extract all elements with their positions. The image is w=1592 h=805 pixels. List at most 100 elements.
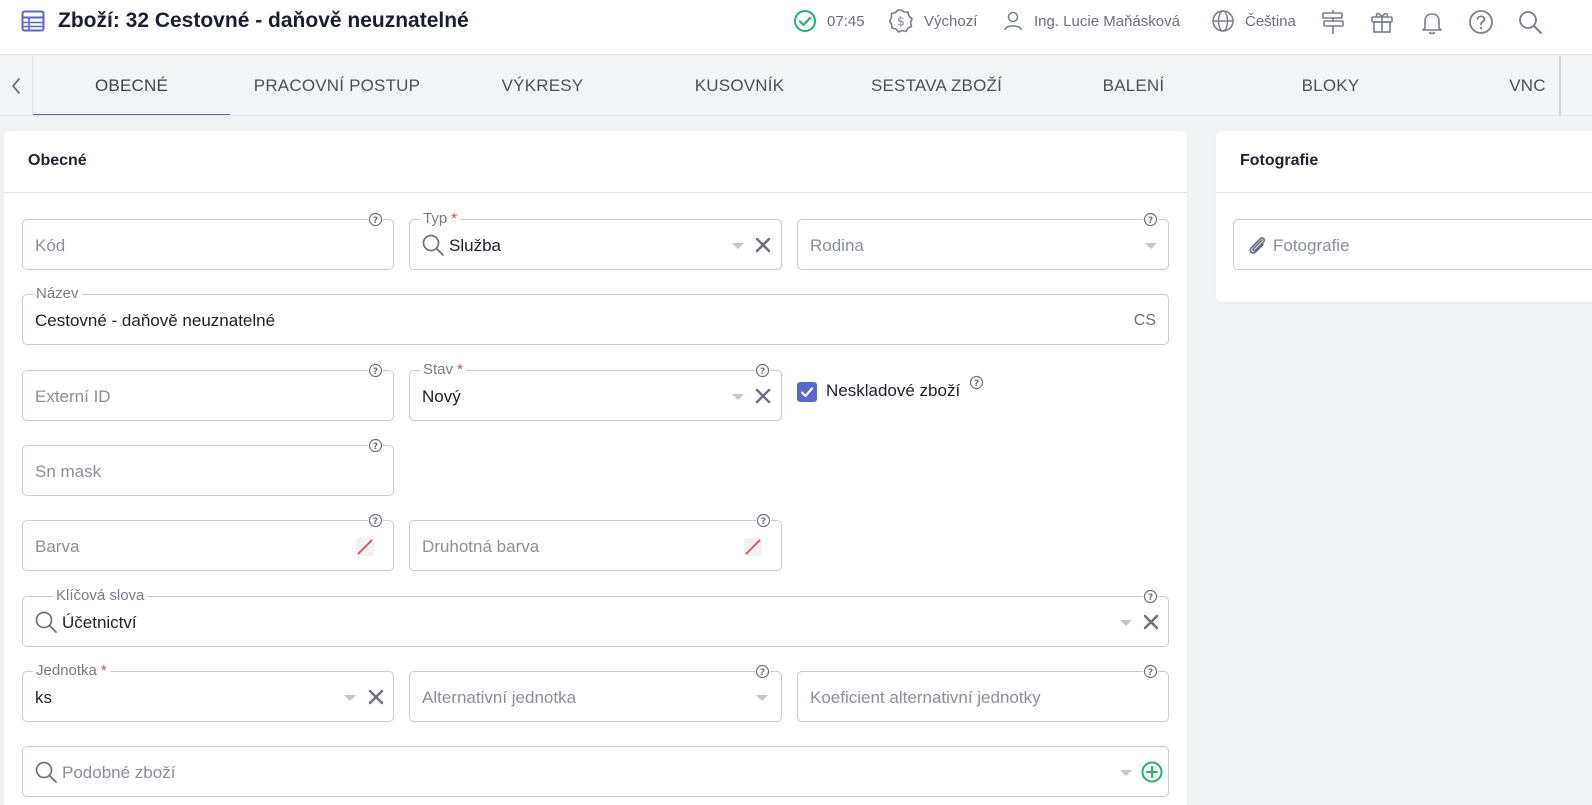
- tab-kusovnik[interactable]: KUSOVNÍK: [641, 56, 838, 115]
- neskladove-checkbox[interactable]: [797, 382, 817, 402]
- svg-text:?: ?: [373, 216, 378, 226]
- required-mark: *: [457, 361, 463, 378]
- typ-label: Typ: [423, 210, 448, 227]
- help-icon[interactable]: ?: [969, 375, 984, 390]
- help-icon[interactable]: ?: [368, 212, 383, 227]
- chevron-down-icon[interactable]: [1120, 770, 1132, 776]
- alt-jednotka-placeholder: Alternativní jednotka: [422, 688, 577, 707]
- chevron-down-icon[interactable]: [1120, 620, 1132, 626]
- bell-icon[interactable]: [1419, 9, 1445, 35]
- help-icon[interactable]: ?: [1143, 212, 1158, 227]
- tab-pracovni-postup[interactable]: PRACOVNÍ POSTUP: [230, 56, 444, 115]
- general-section-title: Obecné: [28, 152, 87, 169]
- chevron-down-icon[interactable]: [732, 394, 744, 400]
- barva-field[interactable]: Barva ?: [22, 513, 394, 571]
- user-menu[interactable]: Ing. Lucie Maňásková: [1002, 9, 1180, 33]
- stav-value: Nový: [422, 387, 461, 406]
- chevron-down-icon[interactable]: [732, 243, 744, 249]
- language-switch[interactable]: Čeština: [1211, 9, 1296, 33]
- help-icon[interactable]: ?: [755, 664, 770, 679]
- svg-text:?: ?: [1148, 668, 1153, 678]
- tab-bar: OBECNÉ PRACOVNÍ POSTUP VÝKRESY KUSOVNÍK …: [0, 56, 1592, 116]
- tab-bloky[interactable]: BLOKY: [1232, 56, 1429, 115]
- chevron-down-icon[interactable]: [344, 695, 356, 701]
- rodina-field[interactable]: Rodina ?: [797, 212, 1169, 270]
- close-icon[interactable]: [367, 688, 385, 706]
- alt-jednotka-field[interactable]: Alternativní jednotka ?: [409, 664, 782, 722]
- user-icon: [1004, 11, 1022, 31]
- gift-icon[interactable]: [1369, 9, 1395, 35]
- required-mark: *: [451, 210, 458, 227]
- close-icon[interactable]: [754, 387, 772, 405]
- photos-card: Fotografie: [1216, 131, 1592, 302]
- barva-placeholder: Barva: [35, 537, 80, 556]
- podobne-zbozi-field[interactable]: Podobné zboží: [22, 746, 1169, 797]
- add-circle-icon[interactable]: [1141, 761, 1163, 783]
- sn-mask-field[interactable]: Sn mask ?: [22, 438, 394, 496]
- svg-text:?: ?: [1148, 216, 1153, 226]
- tab-sestava-zbozi[interactable]: SESTAVA ZBOŽÍ: [838, 56, 1035, 115]
- photos-placeholder: Fotografie: [1273, 236, 1350, 255]
- help-icon[interactable]: ?: [1143, 589, 1158, 604]
- svg-text:?: ?: [1148, 593, 1153, 603]
- search-icon: [35, 761, 57, 783]
- language-code[interactable]: CS: [1134, 312, 1156, 330]
- required-mark: *: [100, 662, 107, 679]
- typ-field[interactable]: Typ * Služba: [409, 210, 782, 270]
- currency-profile-label: Výchozí: [924, 12, 978, 30]
- table-icon: [21, 10, 45, 32]
- currency-profile[interactable]: $ Výchozí: [888, 9, 977, 33]
- dollar-badge-icon: $: [888, 9, 913, 33]
- jednotka-field[interactable]: Jednotka * ks: [22, 662, 394, 722]
- externi-id-placeholder: Externí ID: [35, 387, 111, 406]
- help-icon[interactable]: ?: [368, 363, 383, 378]
- language-label: Čeština: [1245, 12, 1296, 30]
- check-icon: [800, 387, 814, 398]
- tab-obecne[interactable]: OBECNÉ: [33, 56, 230, 115]
- klicova-slova-field[interactable]: Klíčová slova Účetnictví ?: [22, 587, 1169, 647]
- svg-text:?: ?: [761, 517, 766, 527]
- jednotka-value: ks: [35, 688, 52, 707]
- druhotna-barva-placeholder: Druhotná barva: [422, 537, 540, 556]
- koeficient-field[interactable]: Koeficient alternativní jednotky ?: [797, 664, 1169, 722]
- color-swatch-empty-icon[interactable]: [355, 537, 375, 557]
- svg-text:?: ?: [373, 517, 378, 527]
- search-icon[interactable]: [1517, 9, 1543, 35]
- photos-field[interactable]: Fotografie: [1233, 219, 1592, 270]
- svg-text:?: ?: [760, 668, 765, 678]
- stav-field[interactable]: Stav * Nový ?: [409, 361, 782, 421]
- externi-id-field[interactable]: Externí ID ?: [22, 363, 394, 421]
- druhotna-barva-field[interactable]: Druhotná barva ?: [409, 513, 782, 571]
- svg-text:?: ?: [373, 442, 378, 452]
- close-icon[interactable]: [1142, 613, 1160, 631]
- user-name: Ing. Lucie Maňásková: [1034, 12, 1180, 30]
- chevron-down-icon[interactable]: [1145, 243, 1157, 249]
- kod-field[interactable]: Kód ?: [22, 212, 394, 270]
- photos-section-title: Fotografie: [1240, 152, 1319, 169]
- search-icon: [422, 234, 444, 256]
- status-clock[interactable]: 07:45: [793, 9, 865, 33]
- help-icon[interactable]: ?: [368, 513, 383, 528]
- tab-vnc[interactable]: VNC: [1429, 56, 1592, 115]
- tab-vykresy[interactable]: VÝKRESY: [444, 56, 641, 115]
- general-card-header: Obecné: [4, 131, 1187, 193]
- top-bar: Zboží: 32 Cestovné - daňově neuznatelné …: [0, 0, 1592, 55]
- color-swatch-empty-icon[interactable]: [743, 537, 763, 557]
- tabs-scroll-left-button[interactable]: [0, 56, 33, 115]
- page-title: Zboží: 32 Cestovné - daňově neuznatelné: [58, 9, 469, 32]
- help-icon[interactable]: ?: [755, 363, 770, 378]
- nazev-field[interactable]: Název Cestovné - daňově neuznatelné CS: [22, 285, 1169, 345]
- photos-card-header: Fotografie: [1216, 131, 1592, 193]
- tab-baleni[interactable]: BALENÍ: [1035, 56, 1232, 115]
- chevron-down-icon[interactable]: [756, 695, 768, 701]
- help-icon[interactable]: ?: [1143, 664, 1158, 679]
- svg-text:?: ?: [974, 379, 979, 389]
- signpost-icon[interactable]: [1320, 9, 1346, 35]
- help-icon[interactable]: ?: [368, 438, 383, 453]
- close-icon[interactable]: [754, 236, 772, 254]
- help-circle-icon[interactable]: [1468, 9, 1494, 35]
- help-icon[interactable]: ?: [756, 513, 771, 528]
- paperclip-icon: [1249, 237, 1266, 254]
- neskladove-label[interactable]: Neskladové zboží: [826, 381, 960, 401]
- svg-text:?: ?: [760, 367, 765, 377]
